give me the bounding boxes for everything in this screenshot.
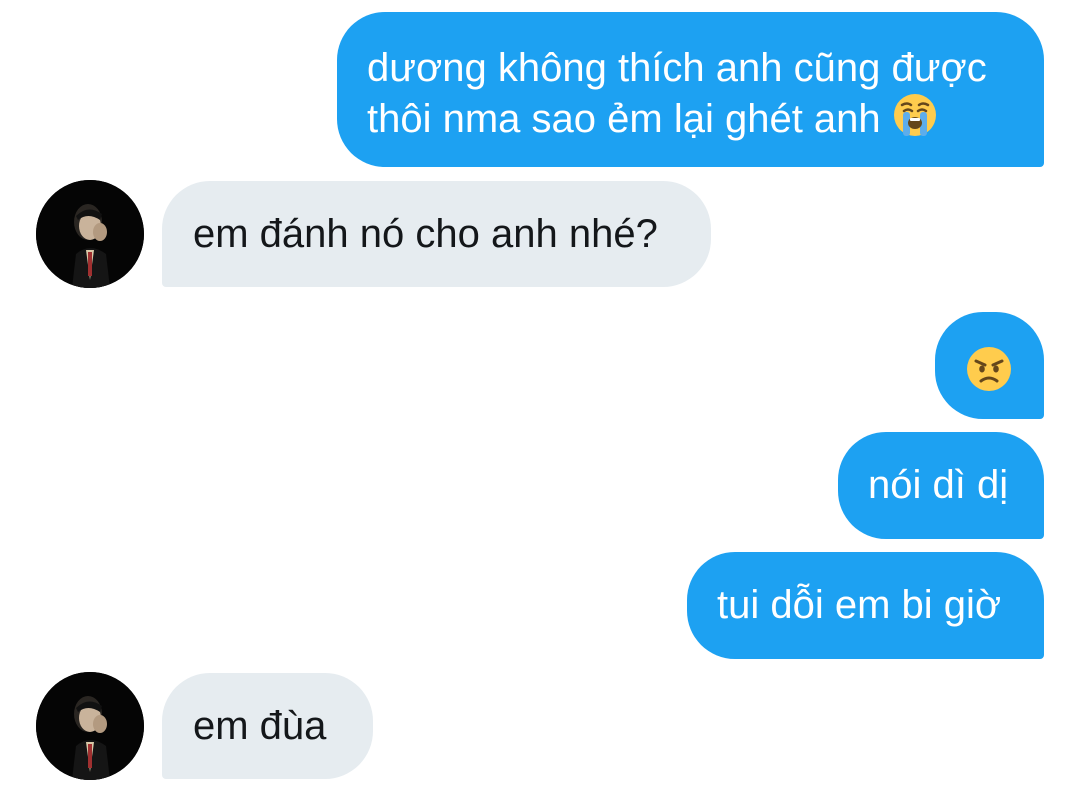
incoming-message-bubble[interactable]: em đùa xyxy=(162,673,373,779)
message-text: nói dì dị xyxy=(868,463,1009,507)
contact-avatar[interactable] xyxy=(36,180,144,288)
outgoing-message-bubble[interactable]: nói dì dị xyxy=(838,432,1044,539)
message-text: tui dỗi em bi giờ xyxy=(717,583,1002,627)
incoming-message-bubble[interactable]: em đánh nó cho anh nhé? xyxy=(162,181,711,287)
message-text-line-1: dương không thích anh cũng được xyxy=(367,46,987,90)
message-text: em đùa xyxy=(193,704,327,748)
outgoing-message-bubble[interactable]: tui dỗi em bi giờ xyxy=(687,552,1044,659)
contact-avatar[interactable] xyxy=(36,672,144,780)
loudly-crying-face-icon xyxy=(892,92,938,149)
outgoing-emoji-bubble[interactable] xyxy=(935,312,1044,419)
message-text-line-2: thôi nma sao ẻm lại ghét anh xyxy=(367,92,1014,149)
angry-face-icon xyxy=(965,345,1013,404)
outgoing-message-bubble[interactable]: dương không thích anh cũng được thôi nma… xyxy=(337,12,1044,167)
message-text: em đánh nó cho anh nhé? xyxy=(193,212,658,256)
